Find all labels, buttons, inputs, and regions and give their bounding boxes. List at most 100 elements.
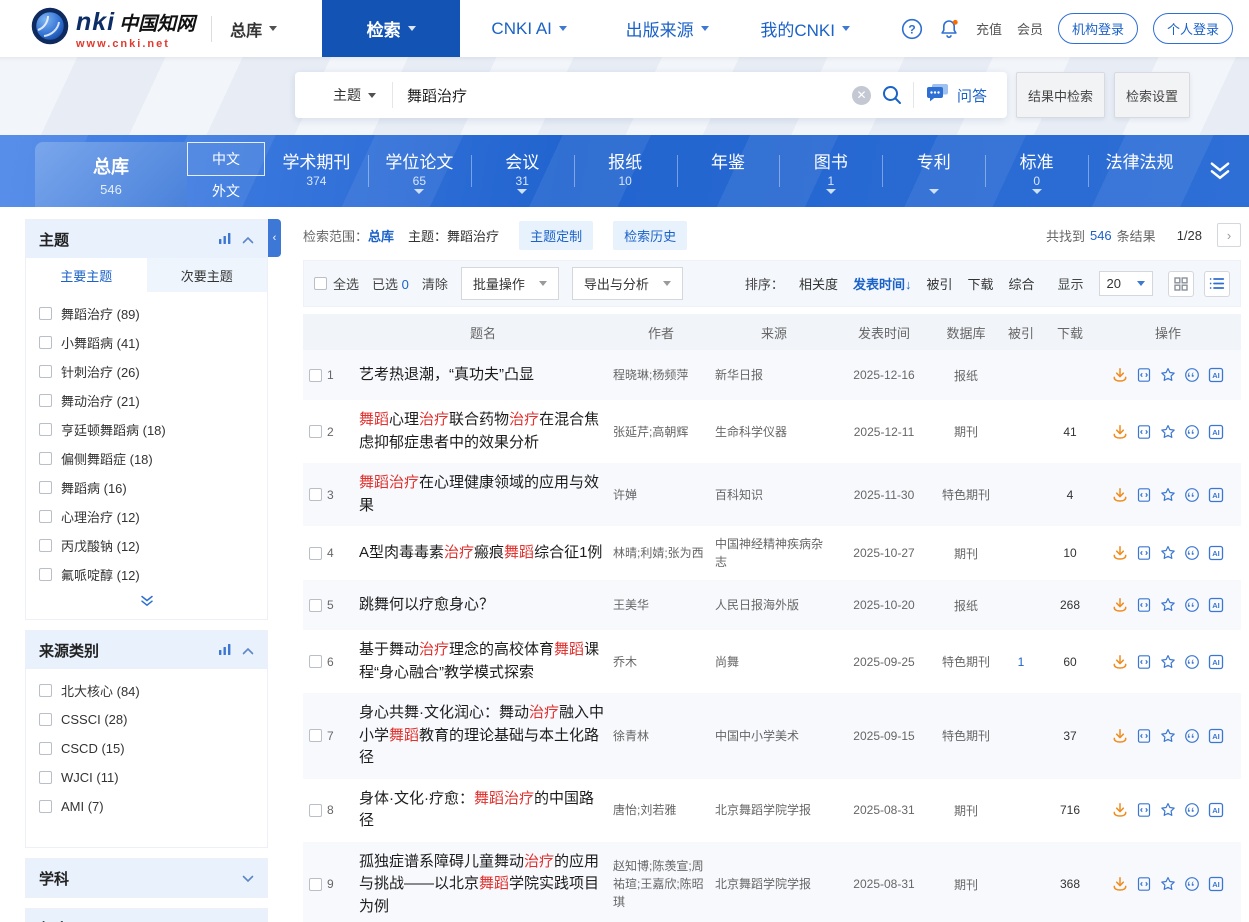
ai-icon[interactable]: AI [1208, 728, 1224, 744]
nav-search[interactable]: 检索 [322, 0, 460, 57]
personal-login-button[interactable]: 个人登录 [1153, 13, 1233, 44]
html-icon[interactable] [1136, 597, 1152, 613]
row-checkbox[interactable] [309, 599, 322, 612]
favorite-icon[interactable] [1160, 545, 1176, 561]
html-icon[interactable] [1136, 876, 1152, 892]
result-source[interactable]: 新华日报 [715, 366, 833, 384]
quote-icon[interactable] [1184, 424, 1200, 440]
result-authors[interactable]: 许婵 [613, 486, 709, 504]
html-icon[interactable] [1136, 367, 1152, 383]
sort-pub-time[interactable]: 发表时间↓ [853, 274, 912, 293]
result-source[interactable]: 北京舞蹈学院学报 [715, 875, 833, 893]
ai-icon[interactable]: AI [1208, 367, 1224, 383]
sort-relevance[interactable]: 相关度 [799, 274, 838, 293]
sort-cited[interactable]: 被引 [926, 274, 952, 293]
year-sort-count[interactable]: 文献量↓ [132, 919, 178, 922]
bell-icon[interactable] [938, 18, 961, 40]
lang-tab-zh[interactable]: 中文 [187, 142, 265, 176]
select-all[interactable]: 全选 [314, 274, 359, 293]
result-authors[interactable]: 唐怡;刘若雅 [613, 801, 709, 819]
page-size-select[interactable]: 20 [1099, 271, 1153, 296]
html-icon[interactable] [1136, 545, 1152, 561]
chevron-up-icon[interactable] [242, 231, 254, 248]
search-field-dropdown[interactable]: 主题 [307, 85, 392, 105]
result-source[interactable]: 尚舞 [715, 653, 833, 671]
nav-zongku-dropdown[interactable]: 总库 [230, 17, 277, 41]
result-authors[interactable]: 程晓琳;杨频萍 [613, 366, 709, 384]
favorite-icon[interactable] [1160, 728, 1176, 744]
checkbox[interactable] [39, 800, 52, 813]
result-title-link[interactable]: 舞蹈治疗在心理健康领域的应用与效果 [359, 472, 607, 517]
checkbox[interactable] [39, 771, 52, 784]
topic-item-1[interactable]: 小舞蹈病 (41) [39, 328, 254, 357]
checkbox[interactable] [39, 713, 52, 726]
source-type-header[interactable]: 来源类别 [26, 631, 267, 669]
topic-tab-0[interactable]: 主要主题 [26, 258, 147, 292]
result-authors[interactable]: 赵知博;陈羡宣;周祐瑄;王嘉欣;陈昭琪 [613, 857, 709, 911]
result-title-link[interactable]: 舞蹈心理治疗联合药物治疗在混合焦虑抑郁症患者中的效果分析 [359, 409, 607, 454]
checkbox[interactable] [39, 452, 52, 465]
result-source[interactable]: 生命科学仪器 [715, 423, 833, 441]
tab-newspaper[interactable]: 报纸10 [574, 135, 677, 207]
nav-cnki-ai[interactable]: CNKI AI [460, 0, 598, 57]
quote-icon[interactable] [1184, 728, 1200, 744]
topic-item-5[interactable]: 偏侧舞蹈症 (18) [39, 444, 254, 473]
checkbox[interactable] [39, 336, 52, 349]
grid-view-button[interactable] [1168, 271, 1194, 297]
select-all-checkbox[interactable] [314, 277, 327, 290]
quote-icon[interactable] [1184, 367, 1200, 383]
bar-chart-icon[interactable] [218, 642, 232, 659]
topic-section-header[interactable]: 主题 [26, 220, 267, 258]
topic-item-0[interactable]: 舞蹈治疗 (89) [39, 299, 254, 328]
export-analyze-button[interactable]: 导出与分析 [572, 267, 683, 300]
row-checkbox[interactable] [309, 804, 322, 817]
checkbox[interactable] [39, 539, 52, 552]
sidebar-collapse-button[interactable]: ‹ [268, 219, 281, 257]
tab-academic-journal[interactable]: 学术期刊374 [265, 135, 368, 207]
result-source[interactable]: 中国神经精神疾病杂志 [715, 535, 833, 571]
result-title-link[interactable]: 基于舞动治疗理念的高校体育舞蹈课程“身心融合”教学模式探索 [359, 639, 607, 684]
scope-value[interactable]: 总库 [368, 226, 394, 245]
checkbox[interactable] [39, 481, 52, 494]
row-checkbox[interactable] [309, 878, 322, 891]
quote-icon[interactable] [1184, 876, 1200, 892]
html-icon[interactable] [1136, 424, 1152, 440]
result-title-link[interactable]: 艺考热退潮，“真功夫”凸显 [359, 364, 607, 387]
chevron-down-icon[interactable] [242, 870, 254, 887]
clear-search-icon[interactable]: ✕ [852, 86, 871, 105]
expand-topics-button[interactable] [26, 591, 267, 619]
download-icon[interactable] [1112, 876, 1128, 892]
search-settings-button[interactable]: 检索设置 [1114, 72, 1190, 118]
result-title-link[interactable]: 孤独症谱系障碍儿童舞动治疗的应用与挑战——以北京舞蹈学院实践项目为例 [359, 851, 607, 919]
html-icon[interactable] [1136, 802, 1152, 818]
more-tabs-button[interactable] [1191, 135, 1249, 207]
checkbox[interactable] [39, 568, 52, 581]
tab-yearbook[interactable]: 年鉴0 [677, 135, 780, 207]
tab-dissertation[interactable]: 学位论文65 [368, 135, 471, 207]
search-in-results-button[interactable]: 结果中检索 [1016, 72, 1105, 118]
quote-icon[interactable] [1184, 487, 1200, 503]
topic-item-2[interactable]: 针刺治疗 (26) [39, 357, 254, 386]
source-item-4[interactable]: AMI (7) [39, 792, 254, 821]
checkbox[interactable] [39, 307, 52, 320]
topic-item-4[interactable]: 亨廷顿舞蹈病 (18) [39, 415, 254, 444]
quote-icon[interactable] [1184, 802, 1200, 818]
download-icon[interactable] [1112, 728, 1128, 744]
checkbox[interactable] [39, 394, 52, 407]
download-icon[interactable] [1112, 487, 1128, 503]
html-icon[interactable] [1136, 487, 1152, 503]
topic-tab-1[interactable]: 次要主题 [147, 258, 268, 292]
download-icon[interactable] [1112, 802, 1128, 818]
favorite-icon[interactable] [1160, 876, 1176, 892]
checkbox[interactable] [39, 742, 52, 755]
tab-conference[interactable]: 会议31 [471, 135, 574, 207]
quote-icon[interactable] [1184, 654, 1200, 670]
list-view-button[interactable] [1204, 271, 1230, 297]
source-item-1[interactable]: CSSCI (28) [39, 705, 254, 734]
ai-icon[interactable]: AI [1208, 487, 1224, 503]
cnki-logo[interactable]: nki 中国知网 www.cnki.net [30, 6, 195, 51]
source-item-2[interactable]: CSCD (15) [39, 734, 254, 763]
result-title-link[interactable]: 身体·文化·疗愈：舞蹈治疗的中国路径 [359, 788, 607, 833]
help-icon[interactable]: ? [901, 18, 923, 40]
tab-standard[interactable]: 标准0 [985, 135, 1088, 207]
